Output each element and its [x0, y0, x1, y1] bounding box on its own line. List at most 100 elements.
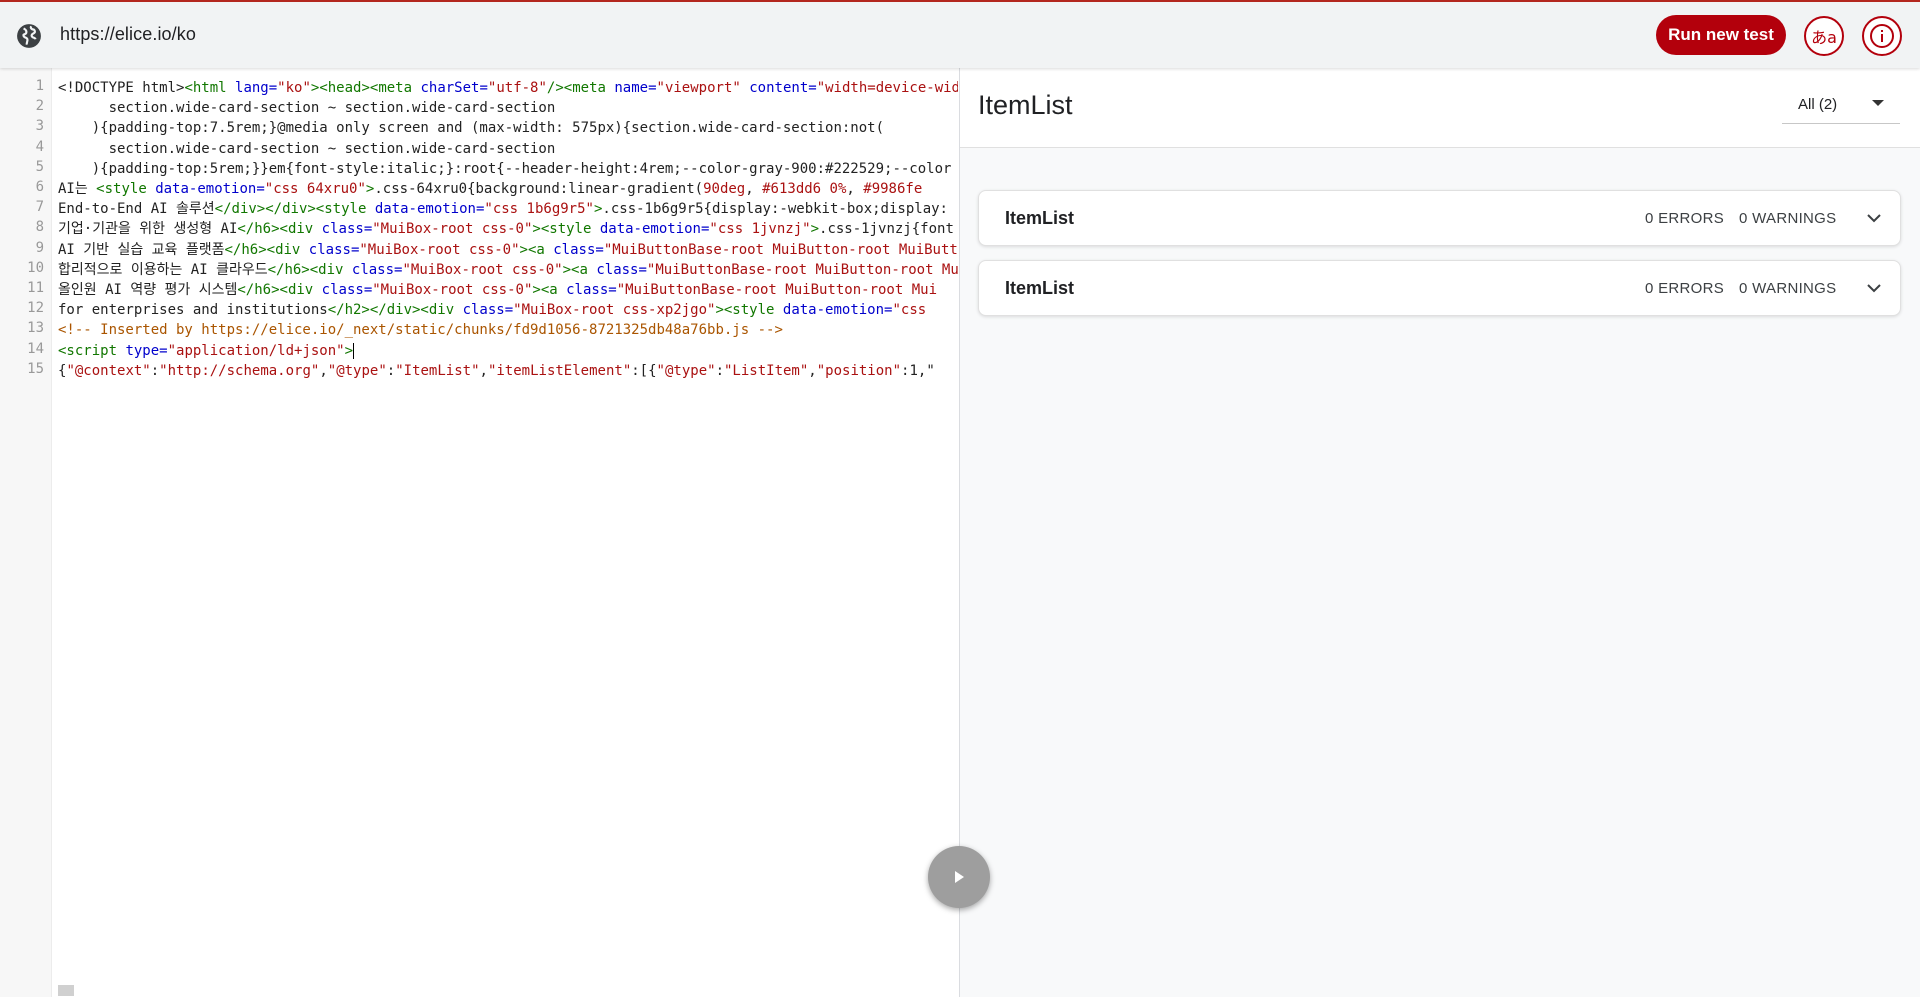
code-token: "ListItem": [724, 362, 809, 379]
code-token: #9986fe: [863, 181, 923, 197]
code-line[interactable]: 합리적으로 이용하는 AI 클라우드</h6><div class="MuiBo…: [58, 260, 958, 280]
code-token: 기업·기관을 위한 생성형 AI: [58, 221, 238, 238]
code-line[interactable]: <!-- Inserted by https://elice.io/_next/…: [58, 320, 783, 340]
code-token: :: [150, 362, 160, 379]
code-token: "@type": [656, 362, 716, 379]
code-line[interactable]: <!DOCTYPE html><html lang="ko"><head><me…: [58, 78, 958, 98]
filter-select[interactable]: All (2): [1782, 86, 1900, 124]
globe-icon: [17, 24, 41, 48]
code-token: </h6><div: [267, 261, 352, 278]
code-token: ,: [745, 181, 763, 197]
code-token: "utf-8": [487, 80, 547, 96]
code-token: ><a: [519, 241, 554, 258]
code-token: content=: [749, 80, 817, 96]
code-line[interactable]: <script type="application/ld+json">: [58, 341, 355, 361]
code-line[interactable]: section.wide-card-section ~ section.wide…: [58, 139, 556, 159]
errors-count: 0 ERRORS: [1645, 280, 1725, 297]
chevron-down-icon[interactable]: [1865, 279, 1883, 297]
code-line[interactable]: AI 기반 실습 교육 플랫폼</h6><div class="MuiBox-r…: [58, 240, 958, 260]
results-header: ItemList All (2): [960, 68, 1920, 148]
code-token: "ko": [277, 80, 311, 96]
code-editor[interactable]: 1 2 3 4 5 6 7 8 9 10 11 12 13 14 15 <!DOCTYPE html><ht…: [0, 68, 959, 997]
code-line[interactable]: {"@context":"http://schema.org","@type":…: [58, 361, 935, 381]
language-button[interactable]: あa: [1804, 16, 1844, 56]
code-token: class=: [596, 261, 647, 278]
errors-count: 0 ERRORS: [1645, 210, 1725, 227]
chevron-down-icon[interactable]: [1865, 209, 1883, 227]
code-token: ,: [479, 362, 488, 379]
code-token: section.wide-card-section ~ section.wide…: [58, 140, 556, 157]
code-token: ><a: [532, 282, 567, 298]
line-number: 2: [35, 98, 44, 115]
warnings-count: 0 WARNINGS: [1739, 280, 1837, 297]
code-token: .css-1jvnzj{font: [819, 221, 954, 238]
code-token: :[{: [631, 362, 657, 379]
code-token: "css 1b6g9r5": [484, 201, 594, 218]
code-token: ,: [319, 362, 328, 379]
code-token: "viewport": [656, 80, 741, 96]
top-bar: https://elice.io/ko Run new test あa i: [0, 0, 1920, 68]
code-token: "MuiBox-root css-0": [372, 282, 533, 298]
code-token: AI는: [58, 181, 97, 197]
code-token: "application/ld+json": [167, 342, 345, 359]
code-token: <script: [58, 342, 126, 359]
code-token: "MuiBox-root css-0": [402, 261, 563, 278]
code-token: ><style: [532, 221, 600, 238]
code-token: data-emotion=: [155, 181, 265, 197]
run-new-test-button[interactable]: Run new test: [1656, 15, 1786, 55]
line-number: 13: [27, 320, 44, 337]
line-number-gutter: 1 2 3 4 5 6 7 8 9 10 11 12 13 14 15: [0, 68, 52, 997]
code-token: :1,": [901, 362, 935, 379]
results-panel: ItemList All (2) ItemList 0 ERRORS 0 WAR…: [960, 68, 1920, 997]
caret-down-icon: [1872, 100, 1884, 106]
result-card[interactable]: ItemList 0 ERRORS 0 WARNINGS: [978, 260, 1901, 316]
code-line[interactable]: 올인원 AI 역량 평가 시스템</h6><div class="MuiBox-…: [58, 280, 937, 300]
code-token: class=: [351, 261, 403, 278]
code-token: lang=: [235, 80, 278, 96]
code-token: 90deg: [703, 181, 746, 197]
code-token: ,: [846, 181, 864, 197]
code-token: "MuiBox-root css-xp2jgo": [513, 302, 716, 319]
code-token: </h6><div: [237, 282, 322, 298]
code-line[interactable]: 기업·기관을 위한 생성형 AI</h6><div class="MuiBox-…: [58, 219, 954, 239]
code-token: ){padding-top:5rem;}}em{font-style:itali…: [58, 160, 952, 177]
code-token: >: [810, 221, 820, 238]
code-token: /><meta: [546, 80, 615, 96]
run-button[interactable]: [928, 846, 990, 908]
code-line[interactable]: for enterprises and institutions</h2></d…: [58, 300, 926, 320]
code-token: charSet=: [420, 80, 488, 96]
code-token: "MuiButtonBase-root MuiButton-root Mui: [646, 261, 958, 278]
code-line[interactable]: ){padding-top:7.5rem;}@media only screen…: [58, 118, 884, 138]
code-token: "css: [892, 302, 927, 319]
code-token: class=: [566, 282, 617, 298]
code-line[interactable]: End-to-End AI 솔루션</div></div><style data…: [58, 199, 948, 219]
code-token: ><style: [715, 302, 783, 319]
line-number: 1: [35, 78, 44, 94]
text-cursor: [353, 342, 355, 359]
code-token: "position": [816, 362, 902, 379]
code-token: </h6><div: [224, 241, 309, 258]
warnings-count: 0 WARNINGS: [1739, 210, 1837, 227]
code-token: ><a: [562, 261, 597, 278]
code-line[interactable]: AI는 <style data-emotion="css 64xru0">.cs…: [58, 179, 922, 199]
info-icon: [1870, 24, 1894, 48]
code-token: data-emotion=: [374, 201, 485, 218]
code-line[interactable]: ){padding-top:5rem;}}em{font-style:itali…: [58, 159, 952, 179]
line-number: 6: [35, 179, 44, 195]
code-token: class=: [462, 302, 514, 319]
horizontal-scrollbar[interactable]: [58, 985, 74, 996]
line-number: 4: [35, 138, 44, 155]
code-token: :: [715, 362, 724, 379]
info-button[interactable]: i: [1862, 16, 1902, 56]
code-token: >: [344, 342, 354, 359]
code-token: .css-1b6g9r5{display:-webkit-box;display…: [602, 201, 948, 218]
result-card[interactable]: ItemList 0 ERRORS 0 WARNINGS: [978, 190, 1901, 246]
code-token: class=: [321, 221, 373, 238]
line-number: 14: [27, 340, 44, 357]
code-area[interactable]: <!DOCTYPE html><html lang="ko"><head><me…: [58, 68, 958, 997]
code-token: AI 기반 실습 교육 플랫폼: [58, 241, 225, 258]
code-token: "http://schema.org": [159, 362, 320, 379]
code-line[interactable]: section.wide-card-section ~ section.wide…: [58, 98, 556, 118]
url-input[interactable]: https://elice.io/ko: [60, 24, 196, 45]
